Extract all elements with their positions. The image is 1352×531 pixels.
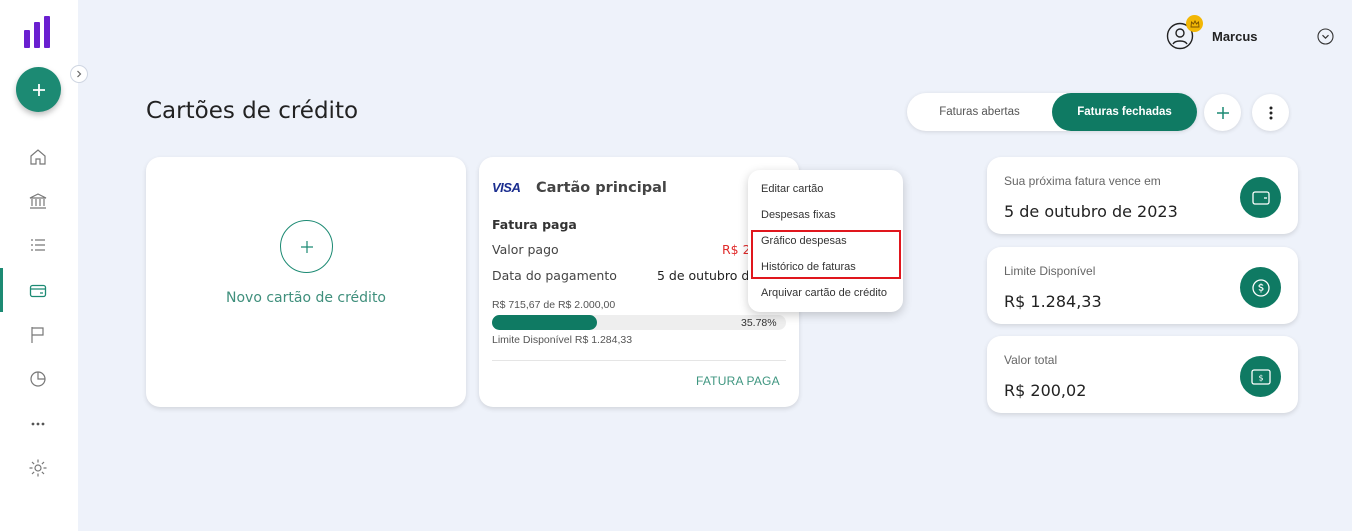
coin-icon bbox=[1240, 267, 1281, 308]
sidebar-item-more[interactable] bbox=[28, 413, 48, 433]
settings-icon bbox=[29, 459, 47, 477]
pie-chart-icon bbox=[30, 371, 46, 387]
available-limit-label: Limite Disponível bbox=[1004, 264, 1096, 278]
user-name[interactable]: Marcus bbox=[1212, 29, 1258, 44]
card-name: Cartão principal bbox=[536, 180, 667, 196]
chevron-right-icon bbox=[77, 70, 82, 78]
menu-item-fixed-expenses[interactable]: Despesas fixas bbox=[761, 209, 836, 221]
menu-item-archive-card[interactable]: Arquivar cartão de crédito bbox=[761, 287, 887, 299]
plus-circle-icon bbox=[280, 220, 333, 273]
sidebar-item-goals[interactable] bbox=[28, 325, 48, 345]
invoice-toggle: Faturas abertas Faturas fechadas bbox=[907, 93, 1197, 131]
tab-closed-invoices[interactable]: Faturas fechadas bbox=[1052, 93, 1197, 131]
active-indicator bbox=[0, 268, 3, 312]
usage-progress-fill bbox=[492, 315, 598, 330]
usage-text: R$ 715,67 de R$ 2.000,00 bbox=[492, 299, 616, 311]
next-invoice-label: Sua próxima fatura vence em bbox=[1004, 174, 1161, 188]
divider bbox=[492, 360, 786, 361]
crown-icon bbox=[1186, 15, 1203, 32]
paid-label: Valor pago bbox=[492, 242, 559, 257]
chevron-down-icon[interactable] bbox=[1317, 28, 1334, 45]
total-value-card: Valor total R$ 200,02 $ bbox=[987, 336, 1298, 413]
more-options-button[interactable] bbox=[1252, 94, 1289, 131]
sidebar-item-bank[interactable] bbox=[28, 191, 48, 211]
sidebar-item-list[interactable] bbox=[28, 235, 48, 255]
usage-percent: 35.78% bbox=[741, 317, 777, 329]
flag-icon bbox=[31, 327, 44, 343]
available-limit-value: R$ 1.284,33 bbox=[1004, 292, 1102, 311]
next-invoice-card: Sua próxima fatura vence em 5 de outubro… bbox=[987, 157, 1298, 234]
available-limit-text: Limite Disponível R$ 1.284,33 bbox=[492, 334, 633, 346]
menu-item-edit-card[interactable]: Editar cartão bbox=[761, 183, 823, 195]
tab-open-invoices[interactable]: Faturas abertas bbox=[907, 93, 1052, 131]
add-button[interactable] bbox=[16, 67, 61, 112]
new-card-label: Novo cartão de crédito bbox=[226, 290, 386, 306]
app-logo[interactable] bbox=[24, 16, 50, 48]
next-invoice-value: 5 de outubro de 2023 bbox=[1004, 202, 1178, 221]
wallet-icon bbox=[1240, 177, 1281, 218]
plus-icon bbox=[1216, 106, 1229, 119]
bank-icon bbox=[29, 193, 47, 209]
plus-icon bbox=[32, 83, 45, 96]
page-title: Cartões de crédito bbox=[146, 98, 359, 124]
total-value-value: R$ 200,02 bbox=[1004, 381, 1087, 400]
cash-icon: $ bbox=[1240, 356, 1281, 397]
available-limit-card: Limite Disponível R$ 1.284,33 bbox=[987, 247, 1298, 324]
sidebar bbox=[0, 0, 78, 531]
sidebar-toggle-button[interactable] bbox=[70, 65, 88, 83]
sidebar-item-settings[interactable] bbox=[28, 458, 48, 478]
total-value-label: Valor total bbox=[1004, 353, 1058, 367]
sidebar-item-reports[interactable] bbox=[28, 369, 48, 389]
list-icon bbox=[31, 239, 45, 251]
home-icon bbox=[30, 149, 46, 165]
payment-date-label: Data do pagamento bbox=[492, 268, 617, 283]
visa-logo: VISA bbox=[492, 180, 521, 195]
vertical-dots-icon bbox=[1269, 106, 1272, 119]
sidebar-item-home[interactable] bbox=[28, 147, 48, 167]
invoice-status-title: Fatura paga bbox=[492, 217, 577, 232]
sidebar-item-cards[interactable] bbox=[28, 281, 48, 301]
credit-card-icon bbox=[29, 284, 47, 298]
more-icon bbox=[31, 422, 45, 426]
highlight-box bbox=[751, 230, 901, 279]
new-card-tile[interactable]: Novo cartão de crédito bbox=[146, 157, 466, 407]
svg-text:$: $ bbox=[1258, 373, 1263, 382]
add-card-button[interactable] bbox=[1204, 94, 1241, 131]
invoice-paid-button[interactable]: FATURA PAGA bbox=[696, 374, 780, 388]
